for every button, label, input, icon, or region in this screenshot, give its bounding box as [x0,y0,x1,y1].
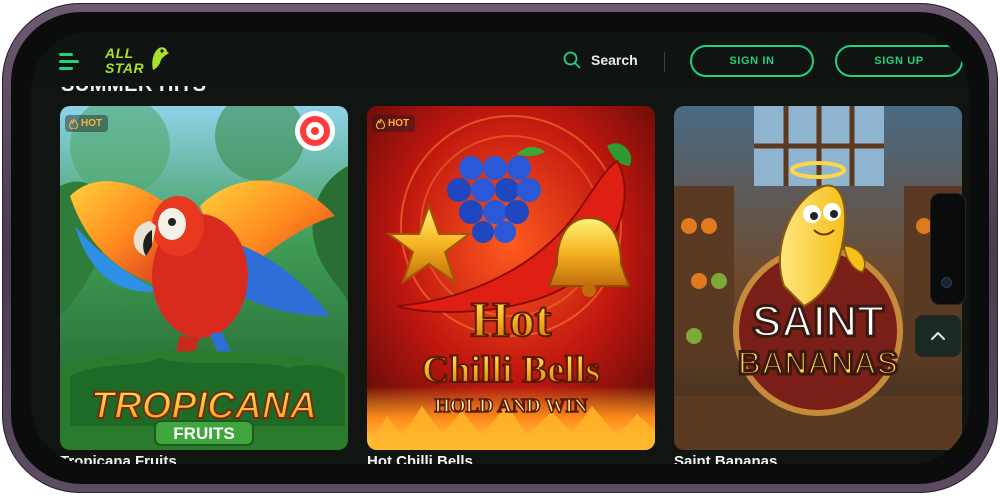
hot-badge-label: HOT [81,118,103,129]
saint-bananas-artwork: SAINT BANANAS [674,106,962,450]
chilli-art-line3: HOLD AND WIN [435,395,589,417]
logo-line-1: ALL [105,45,134,61]
flame-icon [376,118,385,129]
scroll-to-top-button[interactable] [915,315,961,357]
phone-frame: ALL STAR Search SIGN IN SIGN UP TROPICAN… [2,3,998,493]
game-title[interactable]: Tropicana Fruits [60,453,177,464]
parrot-logo-icon [152,47,169,70]
allstar-logo[interactable]: ALL STAR [105,44,175,84]
app-screen: ALL STAR Search SIGN IN SIGN UP TROPICAN… [31,32,969,464]
game-card-saint-bananas[interactable]: SAINT BANANAS [674,106,962,450]
top-navigation-bar: ALL STAR Search SIGN IN SIGN UP [31,32,969,96]
phone-side-notch [930,193,966,305]
tropicana-fruits-artwork: TROPICANA FRUITS [60,106,348,450]
game-title[interactable]: Saint Bananas [674,453,777,464]
chilli-art-line1: Hot [471,291,552,347]
game-card-hot-chilli-bells[interactable]: Hot Chilli Bells HOLD AND WIN HOT [367,106,655,450]
chevron-up-icon [931,332,945,340]
flame-icon [69,118,78,129]
bananas-art-line2: BANANAS [738,345,898,381]
logo-wordmark: ALL STAR [105,46,144,76]
sign-in-button[interactable]: SIGN IN [690,45,814,77]
hamburger-icon[interactable] [59,51,81,71]
search-label: Search [591,52,638,68]
header-divider [664,52,665,72]
tropicana-art-line2: FRUITS [173,424,234,443]
hot-chilli-bells-artwork: Hot Chilli Bells HOLD AND WIN [367,106,655,450]
game-card-tropicana-fruits[interactable]: TROPICANA FRUITS HOT [60,106,348,450]
phone-camera [941,277,952,288]
bananas-art-line1: SAINT [752,297,884,346]
game-title[interactable]: Hot Chilli Bells [367,453,473,464]
logo-line-2: STAR [105,60,145,76]
search-icon [563,51,581,69]
phone-bezel: ALL STAR Search SIGN IN SIGN UP TROPICAN… [11,12,989,484]
chilli-art-line2: Chilli Bells [422,349,600,391]
search-button[interactable]: Search [563,51,638,69]
sign-up-button[interactable]: SIGN UP [835,45,963,77]
hot-badge: HOT [65,115,109,132]
hot-badge-label: HOT [388,118,410,129]
hot-badge: HOT [372,115,416,132]
